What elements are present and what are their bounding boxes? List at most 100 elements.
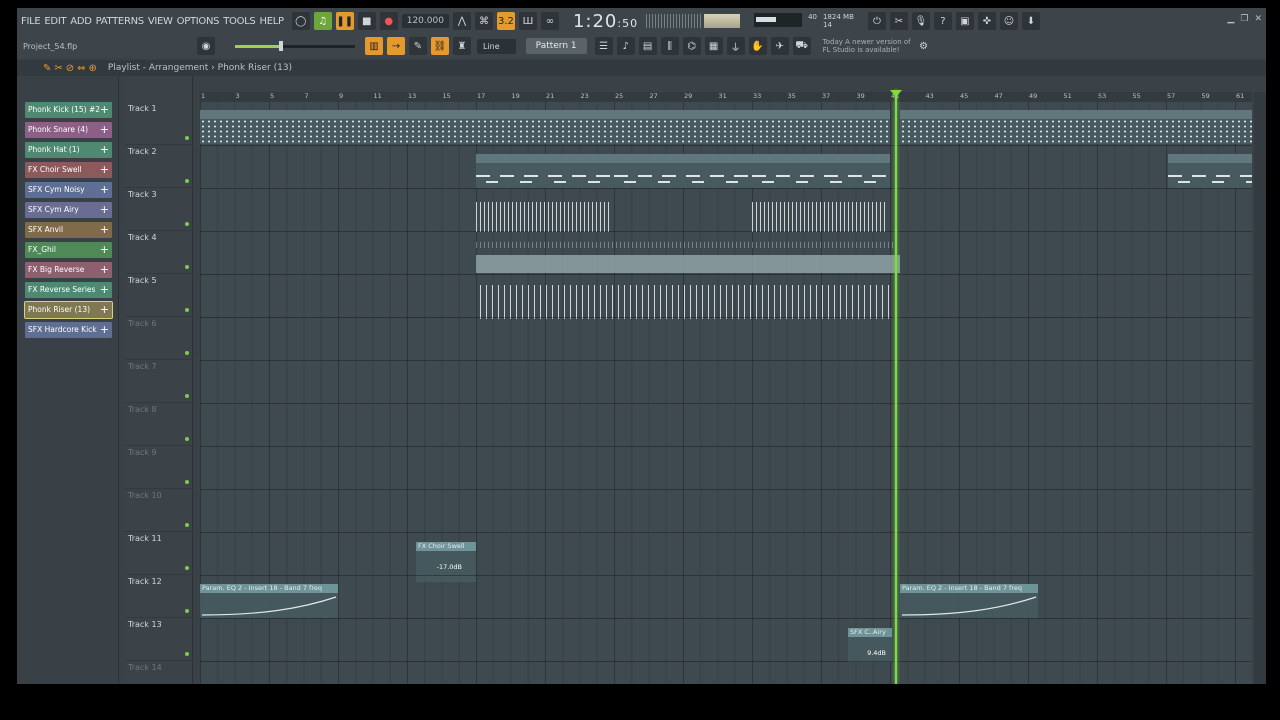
wait-input-icon[interactable]: ⌘ [474, 12, 493, 30]
add-pattern-icon[interactable]: + [100, 282, 109, 298]
track-header[interactable]: Track 13 [125, 618, 193, 661]
track-header[interactable]: Track 8 [125, 403, 193, 446]
master-pitch-knob-icon[interactable]: ◯ [291, 12, 310, 30]
stamp-icon[interactable]: ♜ [453, 37, 471, 55]
track-header[interactable]: Track 7 [125, 360, 193, 403]
add-pattern-icon[interactable]: + [100, 222, 109, 238]
minimize-icon[interactable]: ▁ [1227, 14, 1234, 24]
track-mute-dot[interactable] [185, 523, 189, 527]
add-pattern-icon[interactable]: + [100, 322, 109, 338]
menu-help[interactable]: HELP [259, 16, 284, 27]
pattern-clip[interactable]: Pattern 1 [338, 110, 476, 144]
close-icon[interactable]: ✕ [1254, 14, 1262, 24]
track-mute-dot[interactable] [185, 609, 189, 613]
browser-icon[interactable]: ▦ [704, 37, 723, 55]
pattern-item[interactable]: SFX Cym Noisy + [25, 182, 112, 198]
pattern-selector[interactable]: Pattern 1 [525, 38, 587, 54]
master-volume-slider[interactable] [235, 40, 355, 51]
pattern-clip[interactable]: Pattern 2 [1168, 154, 1252, 188]
track-header[interactable]: Track 4 [125, 231, 193, 274]
pattern-item[interactable]: Phonk Riser (13) + [24, 301, 113, 319]
news-panel[interactable]: Today A newer version of FL Studio is av… [823, 38, 911, 54]
piano-roll-icon[interactable]: ♪ [616, 37, 635, 55]
download-icon[interactable]: ⬇ [1021, 12, 1040, 30]
audio-clip[interactable] [476, 242, 900, 248]
tempo-display[interactable]: 120.000 [401, 14, 449, 28]
automation-clip[interactable]: Param. EQ 2 - Insert 18 - Band 7 freq [200, 584, 338, 618]
track-header[interactable]: Track 5 [125, 274, 193, 317]
pattern-clip[interactable]: Pattern 2 [614, 154, 752, 188]
snap-selector[interactable]: Line [477, 38, 516, 54]
track-header[interactable]: Track 14 [125, 661, 193, 684]
help-icon[interactable]: ? [933, 12, 952, 30]
plugin-icon[interactable]: ✜ [977, 12, 996, 30]
track-header[interactable]: Track 11 [125, 532, 193, 575]
pattern-clip[interactable]: Pattern 2 [752, 154, 890, 188]
pattern-item[interactable]: FX_Ghil + [25, 242, 112, 258]
pattern-item[interactable]: Phonk Snare (4) + [25, 122, 112, 138]
mixer-icon[interactable]: ⫼ [660, 37, 679, 55]
pattern-item[interactable]: SFX Hardcore Kick + [25, 322, 112, 338]
pattern-item[interactable]: FX Choir Swell + [25, 162, 112, 178]
pattern-item[interactable]: Phonk Kick (15) #2 + [25, 102, 112, 118]
automation-clip[interactable]: Param. EQ 2 - Insert 18 - Band 7 freq [900, 584, 1038, 618]
track-mute-dot[interactable] [185, 179, 189, 183]
power-icon[interactable]: ⏻ [867, 12, 886, 30]
pattern-clip[interactable]: Pattern 2 [476, 154, 614, 188]
stop-button[interactable]: ■ [357, 12, 376, 30]
restore-icon[interactable]: ❐ [1240, 14, 1248, 24]
add-pattern-icon[interactable]: + [100, 102, 109, 118]
menu-options[interactable]: OPTIONS [177, 16, 220, 27]
pattern-item[interactable]: Phonk Hat (1) + [25, 142, 112, 158]
track-header[interactable]: Track 2 [125, 145, 193, 188]
audio-clip[interactable] [476, 202, 612, 232]
pattern-item[interactable]: FX Big Reverse + [25, 262, 112, 278]
microphone-icon[interactable]: 🎙 [911, 12, 930, 30]
arrangement-grid[interactable]: Pattern 1 Pattern 1 Pattern 1 Pattern 1 … [200, 102, 1252, 684]
playhead[interactable] [895, 90, 897, 684]
track-mute-dot[interactable] [185, 652, 189, 656]
pattern-clip[interactable]: Pattern 1 [476, 110, 614, 144]
loop-record-icon[interactable]: ∞ [540, 12, 559, 30]
add-pattern-icon[interactable]: + [100, 122, 109, 138]
pattern-item[interactable]: SFX Anvil + [25, 222, 112, 238]
record-button[interactable]: ● [379, 12, 398, 30]
audio-clip[interactable] [480, 285, 890, 319]
playlist-tools[interactable]: ✎✂⊘⇔⊕ [43, 63, 100, 74]
audio-clip[interactable] [752, 202, 888, 232]
menu-view[interactable]: VIEW [148, 16, 173, 27]
track-mute-dot[interactable] [185, 308, 189, 312]
add-pattern-icon[interactable]: + [100, 262, 109, 278]
touch-keyboard-icon[interactable]: ✋ [748, 37, 767, 55]
add-pattern-icon[interactable]: + [100, 182, 109, 198]
menu-edit[interactable]: EDIT [44, 16, 66, 27]
track-mute-dot[interactable] [185, 136, 189, 140]
channel-rack-icon[interactable]: ▤ [638, 37, 657, 55]
audio-clip-cym-airy[interactable]: SFX C..Airy 9.4dB [848, 628, 892, 662]
track-mute-dot[interactable] [185, 265, 189, 269]
cut-icon[interactable]: ✂ [889, 12, 908, 30]
menu-tools[interactable]: TOOLS [223, 16, 256, 27]
pattern-clip[interactable]: Pattern 1 [1038, 110, 1176, 144]
pattern-item[interactable]: SFX Cym Airy + [25, 202, 112, 218]
track-mute-dot[interactable] [185, 437, 189, 441]
track-header[interactable]: Track 3 [125, 188, 193, 231]
pattern-clip[interactable]: Pattern 1 [614, 110, 752, 144]
timeline-ruler[interactable]: 1357911131517192123252729313335373941434… [200, 92, 1252, 102]
add-pattern-icon[interactable]: + [100, 242, 109, 258]
pattern-clip[interactable]: Pattern 1 [752, 110, 890, 144]
shop-icon[interactable]: ⛟ [792, 37, 811, 55]
link-icon[interactable]: ⛓ [431, 37, 449, 55]
typing-keyboard-icon[interactable]: ▥ [365, 37, 383, 55]
track-mute-dot[interactable] [185, 566, 189, 570]
track-mute-dot[interactable] [185, 222, 189, 226]
menu-patterns[interactable]: PATTERNS [96, 16, 145, 27]
add-pattern-icon[interactable]: + [100, 302, 109, 318]
audio-clip[interactable] [476, 255, 900, 273]
playlist-current-pattern[interactable]: Phonk Riser (13) [218, 63, 292, 73]
save-icon[interactable]: ▣ [955, 12, 974, 30]
master-volume-knob-icon[interactable]: ◉ [197, 37, 215, 55]
pencil-icon[interactable]: ✎ [409, 37, 427, 55]
track-header[interactable]: Track 6 [125, 317, 193, 360]
menu-add[interactable]: ADD [70, 16, 92, 27]
